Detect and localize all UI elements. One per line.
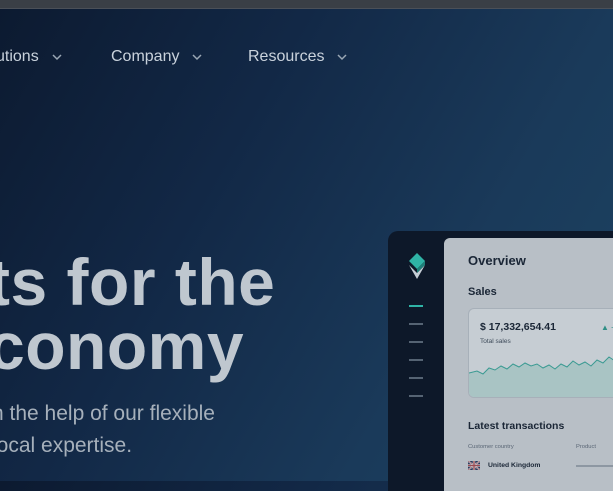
- sales-sparkline: [469, 356, 613, 397]
- chevron-down-icon: [192, 54, 203, 61]
- hero-title-line-2: conomy: [0, 309, 245, 383]
- overview-title: Overview: [468, 253, 526, 268]
- sidebar-item-2[interactable]: [409, 323, 423, 325]
- overview-panel: Overview Sales $ 17,332,654.41 Total sal…: [444, 238, 613, 491]
- nav-item-solutions[interactable]: utions: [0, 48, 63, 66]
- logo-icon: [409, 253, 425, 279]
- hero-subtitle: n the help of our flexible local experti…: [0, 398, 215, 462]
- hero-title-line-1: ts for the: [0, 245, 276, 319]
- sidebar-item-6[interactable]: [409, 395, 423, 397]
- chevron-down-icon: [337, 54, 348, 61]
- column-header-product: Product: [576, 444, 596, 450]
- hero-subtitle-line-1: n the help of our flexible: [0, 402, 215, 425]
- transaction-country: United Kingdom: [488, 462, 541, 469]
- column-header-country: Customer country: [468, 444, 514, 450]
- product-placeholder-bar: [576, 465, 613, 467]
- uk-flag-icon: [468, 461, 480, 470]
- dashboard-sidebar: [388, 231, 444, 491]
- sidebar-item-5[interactable]: [409, 377, 423, 379]
- nav-item-label: utions: [0, 48, 39, 65]
- hero-subtitle-line-2: local expertise.: [0, 434, 133, 457]
- chevron-down-icon: [52, 54, 62, 61]
- browser-top-bar: [0, 0, 613, 9]
- hero-title: ts for the conomy: [0, 245, 276, 383]
- nav-item-label: Company: [111, 48, 180, 65]
- nav-item-company[interactable]: Company: [111, 48, 203, 66]
- sidebar-item-1[interactable]: [409, 305, 423, 307]
- dashboard-mockup: Overview Sales $ 17,332,654.41 Total sal…: [388, 231, 613, 491]
- nav-item-label: Resources: [248, 48, 325, 65]
- latest-transactions-title: Latest transactions: [468, 420, 565, 432]
- trend-badge: ▲ +: [601, 323, 613, 332]
- sales-value: $ 17,332,654.41: [480, 321, 556, 333]
- sidebar-item-4[interactable]: [409, 359, 423, 361]
- sidebar-item-3[interactable]: [409, 341, 423, 343]
- sales-card[interactable]: $ 17,332,654.41 Total sales ▲ +: [468, 308, 613, 398]
- nav-item-resources[interactable]: Resources: [248, 48, 348, 66]
- sales-label: Sales: [468, 286, 497, 298]
